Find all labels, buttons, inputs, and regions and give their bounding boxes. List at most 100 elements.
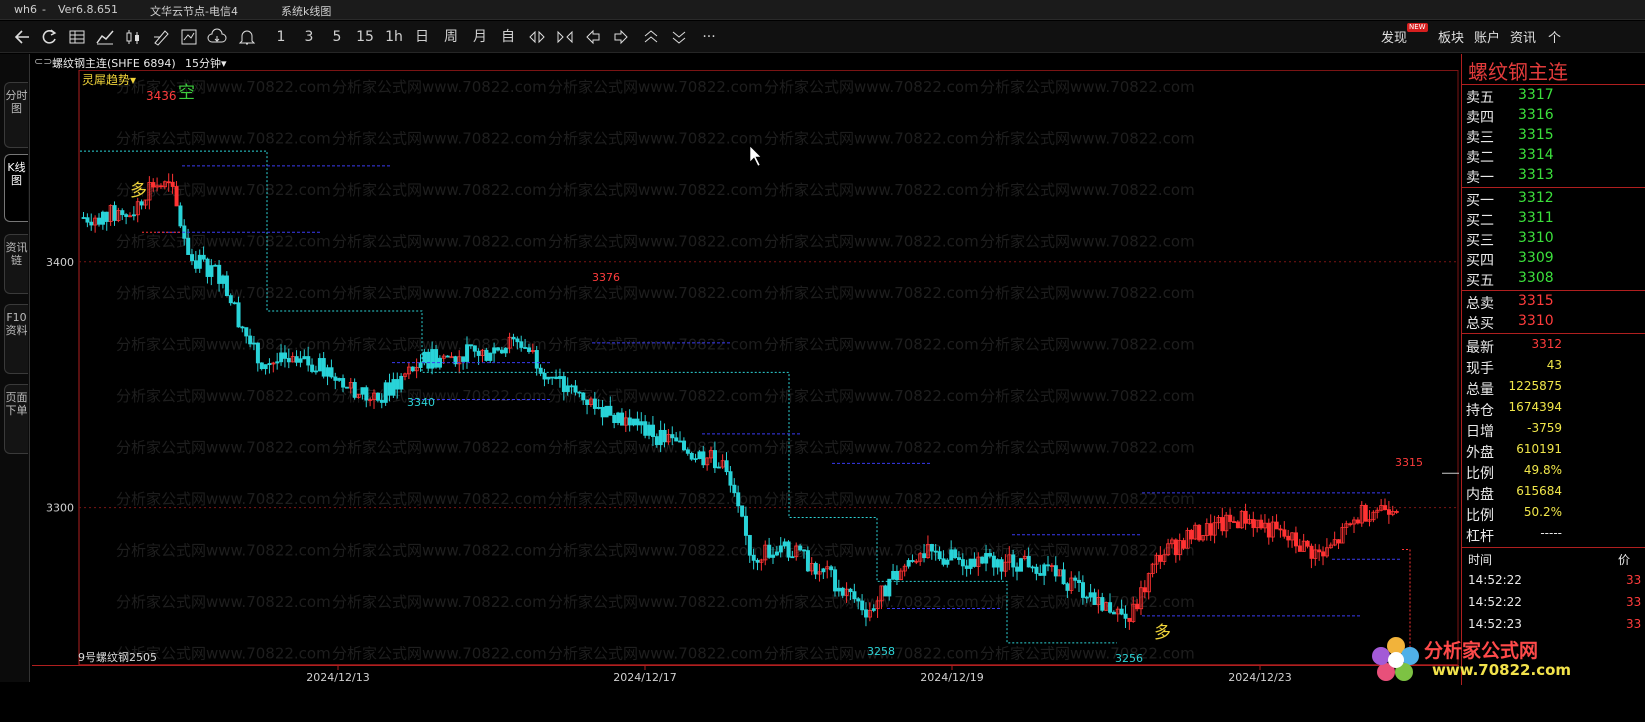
candle-body: [767, 544, 772, 558]
period-custom[interactable]: 自: [497, 25, 519, 49]
candle-body: [662, 429, 667, 443]
candle-body: [581, 392, 586, 401]
ask-row[interactable]: 卖一 3313: [1462, 166, 1645, 186]
candle-body: [503, 347, 508, 354]
period-month[interactable]: 月: [469, 25, 491, 49]
stat-row-label: 比例: [1466, 466, 1494, 482]
indicator-icon[interactable]: [178, 25, 200, 49]
candlestick-icon[interactable]: [122, 25, 144, 49]
cloud-sync-icon[interactable]: [206, 25, 228, 49]
link-icon[interactable]: ⊂⊃: [34, 55, 52, 68]
watermark-text: 分析家公式网www.70822.com: [116, 336, 331, 354]
candle-body: [267, 363, 272, 366]
low-label: 3256: [1115, 652, 1143, 665]
stat-row[interactable]: 外盘 610191: [1462, 441, 1645, 461]
total-row[interactable]: 总卖 3315: [1462, 292, 1645, 312]
bid-row[interactable]: 买二 3311: [1462, 209, 1645, 229]
candle-body: [957, 557, 962, 560]
logo-name: 分析家公式网: [1424, 640, 1539, 662]
period-dropdown[interactable]: 15分钟▾: [185, 55, 227, 71]
watermark-text: 分析家公式网www.70822.com: [980, 284, 1195, 302]
stat-row[interactable]: 内盘 615684: [1462, 483, 1645, 503]
stat-row[interactable]: 比例 50.2%: [1462, 504, 1645, 524]
candle-body: [461, 356, 466, 362]
system-kline-menu[interactable]: 系统k线图: [281, 3, 331, 19]
candle-body: [995, 559, 1000, 568]
tab-order[interactable]: 页面下单: [4, 384, 28, 454]
contract-label: 9号螺纹钢2505: [78, 650, 157, 664]
candle-body: [852, 591, 857, 600]
candle-body: [197, 254, 202, 269]
news-link[interactable]: 资讯: [1510, 27, 1536, 46]
stat-row[interactable]: 最新 3312: [1462, 336, 1645, 356]
period-1min[interactable]: 1: [270, 25, 292, 49]
tab-kline[interactable]: K线图: [4, 154, 28, 222]
scroll-up-icon[interactable]: [640, 25, 662, 49]
bid-row[interactable]: 买四 3309: [1462, 249, 1645, 269]
candle-body: [1286, 535, 1291, 541]
ask-row[interactable]: 卖四 3316: [1462, 106, 1645, 126]
drawing-tool-icon[interactable]: [150, 25, 172, 49]
quote-list-icon[interactable]: [66, 25, 88, 49]
alert-bell-icon[interactable]: [236, 25, 258, 49]
total-row[interactable]: 总买 3310: [1462, 312, 1645, 332]
zoom-out-icon[interactable]: [554, 25, 576, 49]
stat-row-value: 49.8%: [1523, 463, 1562, 477]
tab-f10[interactable]: F10资料: [4, 304, 28, 374]
candle-body: [1061, 569, 1066, 585]
candle-body: [856, 598, 861, 602]
watermark-text: 分析家公式网www.70822.com: [116, 130, 331, 148]
scroll-down-icon[interactable]: [668, 25, 690, 49]
period-1h[interactable]: 1h: [383, 25, 405, 49]
sector-link[interactable]: 板块: [1438, 27, 1464, 46]
line-chart-icon[interactable]: [94, 25, 116, 49]
candle-body: [960, 559, 965, 567]
symbol-name[interactable]: 螺纹钢主连(SHFE 6894): [52, 55, 176, 71]
stat-row-value: -----: [1540, 526, 1562, 540]
stat-row[interactable]: 杠杆 -----: [1462, 525, 1645, 545]
candle-body: [670, 434, 675, 439]
zoom-in-icon[interactable]: [526, 25, 548, 49]
period-day[interactable]: 日: [411, 25, 433, 49]
stat-row[interactable]: 日增 -3759: [1462, 420, 1645, 440]
contract-title: 螺纹钢主连: [1468, 60, 1568, 84]
scroll-right-icon[interactable]: [610, 25, 632, 49]
discover-link[interactable]: 发现 NEW: [1381, 23, 1428, 46]
stat-row-label: 比例: [1466, 508, 1494, 524]
period-3min[interactable]: 3: [298, 25, 320, 49]
watermark-text: 分析家公式网www.70822.com: [548, 284, 763, 302]
bid-row[interactable]: 买三 3310: [1462, 229, 1645, 249]
back-icon[interactable]: [12, 25, 34, 49]
candle-body: [97, 217, 102, 225]
personal-link[interactable]: 个: [1548, 27, 1561, 46]
server-node-menu[interactable]: 文华云节点-电信4: [150, 3, 238, 19]
stat-row[interactable]: 比例 49.8%: [1462, 462, 1645, 482]
candle-body: [1034, 566, 1039, 574]
refresh-icon[interactable]: [38, 25, 60, 49]
ask-row[interactable]: 卖三 3315: [1462, 126, 1645, 146]
candle-body: [1135, 603, 1140, 610]
bid-row[interactable]: 买五 3308: [1462, 269, 1645, 289]
period-5min[interactable]: 5: [326, 25, 348, 49]
stat-row[interactable]: 总量 1225875: [1462, 378, 1645, 398]
tab-intraday[interactable]: 分时图: [4, 82, 28, 148]
stat-row[interactable]: 持仓 1674394: [1462, 399, 1645, 419]
tab-news-chain[interactable]: 资讯链: [4, 234, 28, 294]
ask-row[interactable]: 卖五 3317: [1462, 86, 1645, 106]
candle-body: [1038, 573, 1043, 576]
candle-body: [968, 558, 973, 569]
candle-body: [1042, 564, 1047, 576]
candle-body: [1173, 539, 1178, 556]
stat-row[interactable]: 现手 43: [1462, 357, 1645, 377]
stat-row-label: 持仓: [1466, 403, 1494, 419]
period-week[interactable]: 周: [440, 25, 462, 49]
account-link[interactable]: 账户: [1474, 27, 1500, 46]
more-button[interactable]: ···: [698, 25, 720, 49]
period-15min[interactable]: 15: [354, 25, 376, 49]
candle-body: [151, 182, 156, 188]
ask-row[interactable]: 卖二 3314: [1462, 146, 1645, 166]
kline-chart[interactable]: 分析家公式网www.70822.com 分析家公式网www.70822.com 分析…: [32, 70, 1459, 665]
bid-row[interactable]: 买一 3312: [1462, 189, 1645, 209]
scroll-left-icon[interactable]: [582, 25, 604, 49]
candle-body: [681, 440, 686, 451]
